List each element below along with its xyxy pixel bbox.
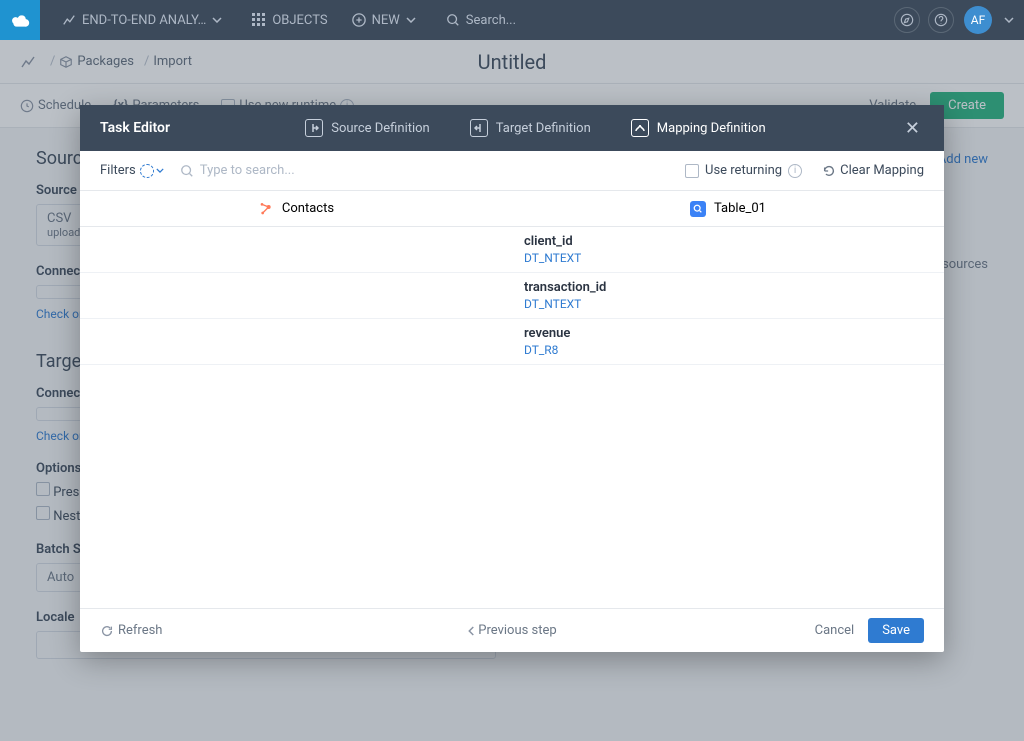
undo-icon xyxy=(822,164,836,178)
refresh-icon xyxy=(100,624,114,638)
search-icon xyxy=(180,164,194,178)
previous-label: Previous step xyxy=(478,623,556,638)
cancel-button[interactable]: Cancel xyxy=(815,623,855,638)
top-nav: END-TO-END ANALY… OBJECTS NEW Search... … xyxy=(0,0,1024,40)
refresh-button[interactable]: Refresh xyxy=(100,623,162,638)
checkbox-icon xyxy=(685,164,699,178)
filter-add-icon xyxy=(140,164,154,178)
close-button[interactable]: ✕ xyxy=(901,114,924,143)
nav-objects-label: OBJECTS xyxy=(272,13,327,28)
tab-mapping-definition[interactable]: Mapping Definition xyxy=(631,119,766,137)
modal-footer: Refresh Previous step Cancel Save xyxy=(80,608,944,652)
hubspot-icon xyxy=(258,201,274,217)
plus-circle-icon xyxy=(352,13,366,27)
chevron-left-icon xyxy=(467,626,474,636)
nav-objects[interactable]: OBJECTS xyxy=(240,0,339,40)
source-def-icon xyxy=(305,119,323,137)
field-type: DT_R8 xyxy=(524,343,932,357)
use-returning-label: Use returning xyxy=(705,163,782,178)
compass-button[interactable] xyxy=(894,7,920,33)
chevron-down-icon xyxy=(406,17,416,23)
nav-search-placeholder: Search... xyxy=(466,13,516,28)
info-icon[interactable]: i xyxy=(788,164,802,178)
previous-step-button[interactable]: Previous step xyxy=(467,623,556,638)
mapping-row[interactable]: transaction_id DT_NTEXT xyxy=(80,273,944,319)
field-name: revenue xyxy=(524,326,932,341)
nav-new-label: NEW xyxy=(372,13,400,28)
mapping-columns-header: Contacts Table_01 xyxy=(80,191,944,227)
mapping-row[interactable]: client_id DT_NTEXT xyxy=(80,227,944,273)
task-editor-modal: Task Editor Source Definition Target Def… xyxy=(80,105,944,652)
tab-target-definition[interactable]: Target Definition xyxy=(470,119,591,137)
target-column-header: Table_01 xyxy=(512,191,944,226)
mapping-def-icon xyxy=(631,119,649,137)
field-type: DT_NTEXT xyxy=(524,251,932,265)
chevron-down-icon xyxy=(212,17,222,23)
tab-mapping-label: Mapping Definition xyxy=(657,121,766,136)
field-name: transaction_id xyxy=(524,280,932,295)
save-button[interactable]: Save xyxy=(868,618,924,643)
source-column-header: Contacts xyxy=(80,191,512,226)
modal-header: Task Editor Source Definition Target Def… xyxy=(80,105,944,151)
target-def-icon xyxy=(470,119,488,137)
help-button[interactable] xyxy=(928,7,954,33)
nav-new[interactable]: NEW xyxy=(340,0,434,40)
source-column-label: Contacts xyxy=(282,201,334,216)
filters-button[interactable]: Filters xyxy=(100,163,164,178)
compass-icon xyxy=(900,13,914,27)
tab-source-definition[interactable]: Source Definition xyxy=(305,119,429,137)
filter-bar: Filters Use returning i Clear Mapping xyxy=(80,151,944,191)
chart-line-icon xyxy=(62,13,76,27)
project-switcher[interactable]: END-TO-END ANALY… xyxy=(50,0,240,40)
app-logo[interactable] xyxy=(0,0,40,40)
refresh-label: Refresh xyxy=(118,623,162,638)
help-icon xyxy=(934,13,948,27)
chevron-down-icon[interactable] xyxy=(1004,17,1014,23)
target-column-label: Table_01 xyxy=(714,201,766,216)
project-name: END-TO-END ANALY… xyxy=(82,13,206,28)
avatar-initials: AF xyxy=(971,13,985,27)
clear-mapping-label: Clear Mapping xyxy=(840,163,924,178)
avatar[interactable]: AF xyxy=(964,6,992,34)
tab-source-label: Source Definition xyxy=(331,121,429,136)
search-icon xyxy=(446,13,460,27)
mapping-row[interactable]: revenue DT_R8 xyxy=(80,319,944,365)
tab-target-label: Target Definition xyxy=(496,121,591,136)
field-type: DT_NTEXT xyxy=(524,297,932,311)
search-input[interactable] xyxy=(200,163,420,178)
bigquery-icon xyxy=(690,201,706,217)
filters-label: Filters xyxy=(100,163,136,178)
grid-icon xyxy=(252,13,266,27)
cloud-icon xyxy=(10,13,30,27)
mapping-list: client_id DT_NTEXT transaction_id DT_NTE… xyxy=(80,227,944,608)
clear-mapping-button[interactable]: Clear Mapping xyxy=(822,163,924,178)
modal-title: Task Editor xyxy=(100,120,170,136)
nav-search[interactable]: Search... xyxy=(434,0,528,40)
field-name: client_id xyxy=(524,234,932,249)
use-returning-toggle[interactable]: Use returning i xyxy=(685,163,802,178)
chevron-down-icon xyxy=(156,168,164,173)
